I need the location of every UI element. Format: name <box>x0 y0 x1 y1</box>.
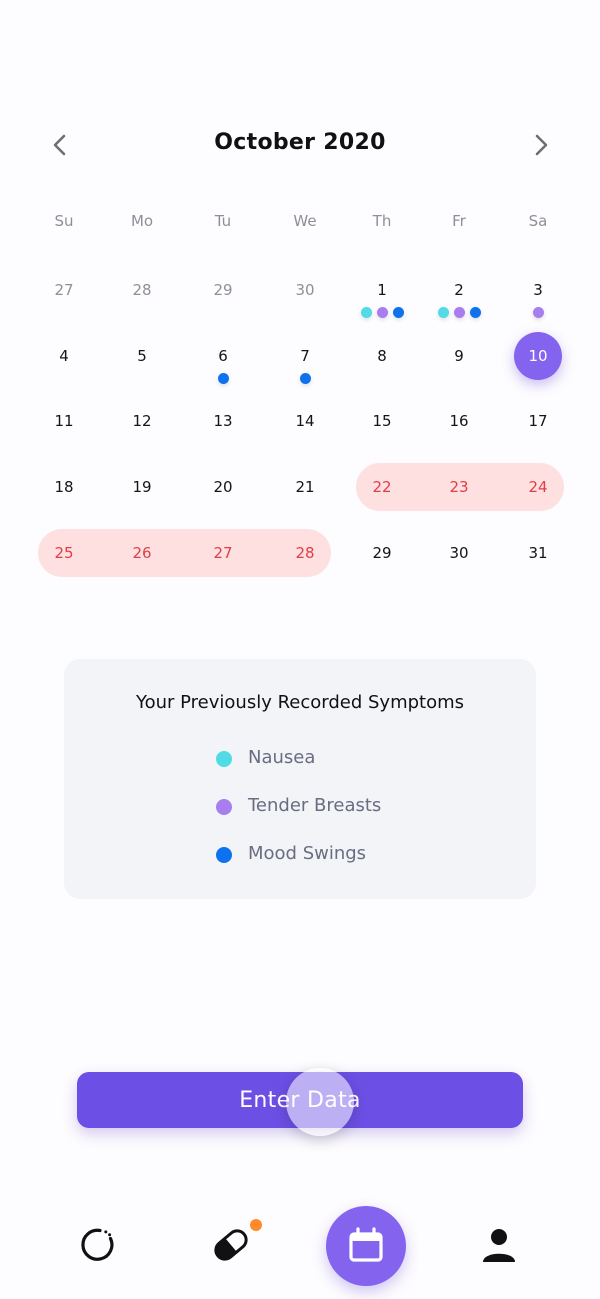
calendar-day[interactable]: 9 <box>429 332 489 380</box>
legend-label: Tender Breasts <box>248 795 382 816</box>
calendar-day[interactable]: 8 <box>352 332 412 380</box>
chevron-right-icon <box>535 134 548 156</box>
tender-breasts-symptom-dot <box>532 306 544 318</box>
calendar-day[interactable]: 25 <box>34 529 94 577</box>
calendar-day[interactable]: 13 <box>193 397 253 445</box>
tab-cycle[interactable] <box>77 1222 123 1268</box>
calendar-icon <box>349 1227 383 1262</box>
calendar-header: October 2020 <box>0 112 600 174</box>
tender-breasts-symptom-dot <box>453 306 465 318</box>
calendar-day[interactable]: 5 <box>112 332 172 380</box>
legend-label: Mood Swings <box>248 843 367 864</box>
nausea-symptom-dot <box>437 306 449 318</box>
calendar-day[interactable]: 14 <box>275 397 335 445</box>
month-title: October 2020 <box>214 130 386 155</box>
weekday-label: Tu <box>214 212 232 230</box>
weekday-label: We <box>293 212 317 230</box>
nausea-dot-icon <box>216 751 232 767</box>
calendar-day-selected[interactable]: 10 <box>514 332 562 380</box>
calendar-day[interactable]: 31 <box>508 529 568 577</box>
calendar-day[interactable]: 21 <box>275 463 335 511</box>
mood-swings-symptom-dot <box>469 306 481 318</box>
calendar-day[interactable]: 30 <box>429 529 489 577</box>
weekday-label: Th <box>372 212 392 230</box>
calendar-day[interactable]: 28 <box>275 529 335 577</box>
pill-icon <box>214 1229 248 1261</box>
calendar-day[interactable]: 15 <box>352 397 412 445</box>
calendar-day[interactable]: 27 <box>34 266 94 314</box>
weekday-label: Mo <box>130 212 154 230</box>
weekday-header-row: Su Mo Tu We Th Fr Sa <box>0 212 600 238</box>
notification-badge <box>250 1219 262 1231</box>
calendar-day[interactable]: 29 <box>193 266 253 314</box>
calendar-day[interactable]: 18 <box>34 463 94 511</box>
mood-swings-dot-icon <box>216 847 232 863</box>
symptoms-card-title: Your Previously Recorded Symptoms <box>135 692 465 713</box>
calendar-day[interactable]: 26 <box>112 529 172 577</box>
cycle-progress-icon <box>81 1228 114 1261</box>
symptoms-card: Your Previously Recorded Symptoms Nausea… <box>64 659 536 899</box>
weekday-label: Fr <box>452 212 466 230</box>
calendar-day[interactable]: 17 <box>508 397 568 445</box>
calendar-day[interactable]: 11 <box>34 397 94 445</box>
calendar-day[interactable]: 20 <box>193 463 253 511</box>
tender-breasts-dot-icon <box>216 799 232 815</box>
calendar-day[interactable]: 29 <box>352 529 412 577</box>
calendar-day[interactable]: 24 <box>508 463 568 511</box>
next-month-button[interactable] <box>526 130 556 160</box>
tender-breasts-symptom-dot <box>376 306 388 318</box>
calendar-day[interactable]: 4 <box>34 332 94 380</box>
weekday-label: Sa <box>528 212 548 230</box>
calendar-day[interactable]: 19 <box>112 463 172 511</box>
nausea-symptom-dot <box>360 306 372 318</box>
calendar-day[interactable]: 12 <box>112 397 172 445</box>
calendar-day[interactable]: 30 <box>275 266 335 314</box>
calendar-day[interactable]: 23 <box>429 463 489 511</box>
weekday-label: Su <box>54 212 74 230</box>
calendar-day[interactable]: 22 <box>352 463 412 511</box>
mood-swings-symptom-dot <box>217 372 229 384</box>
mood-swings-symptom-dot <box>299 372 311 384</box>
calendar-day[interactable]: 28 <box>112 266 172 314</box>
tab-profile[interactable] <box>476 1222 522 1268</box>
user-icon <box>483 1229 515 1262</box>
tab-medication[interactable] <box>208 1222 254 1268</box>
calendar-day[interactable]: 16 <box>429 397 489 445</box>
calendar-day[interactable]: 27 <box>193 529 253 577</box>
tab-calendar[interactable] <box>326 1206 406 1286</box>
legend-label: Nausea <box>248 747 316 768</box>
touch-indicator <box>286 1068 354 1136</box>
mood-swings-symptom-dot <box>392 306 404 318</box>
